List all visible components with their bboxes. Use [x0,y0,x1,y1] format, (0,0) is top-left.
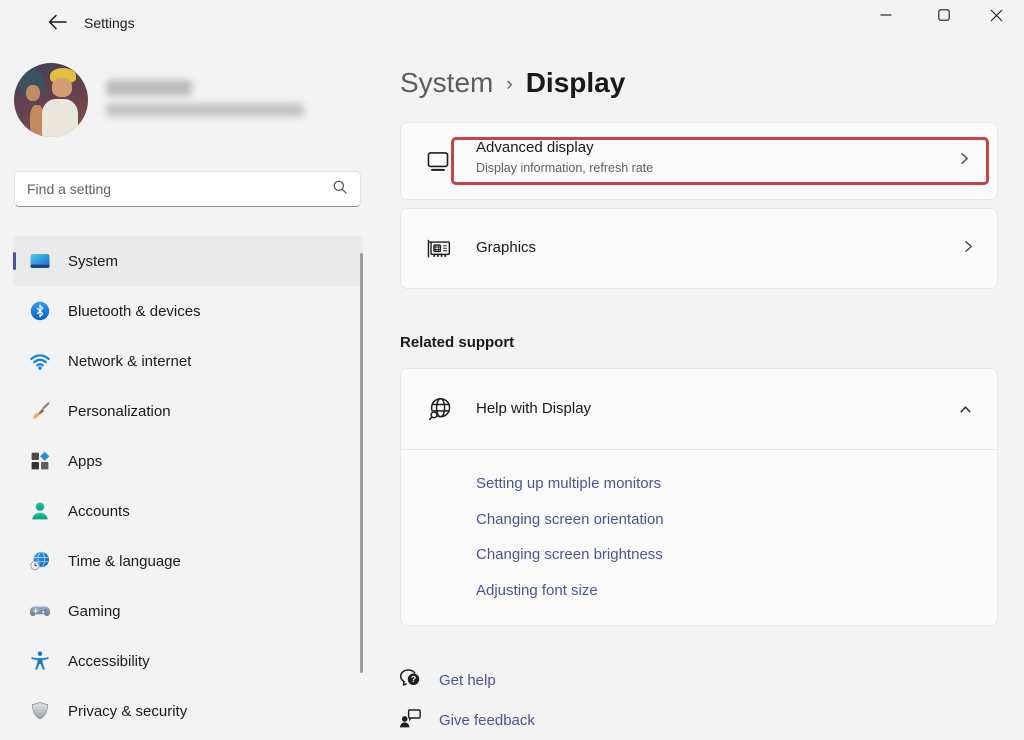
link-changing-screen-brightness[interactable]: Changing screen brightness [476,546,663,563]
shield-icon [28,700,51,723]
brush-icon [28,400,51,423]
related-support-heading: Related support [400,334,514,351]
breadcrumb-separator-icon: › [506,71,512,96]
link-changing-screen-orientation[interactable]: Changing screen orientation [476,511,664,528]
graphics-card[interactable]: Graphics [400,208,998,289]
search-input[interactable] [27,181,332,197]
sidebar-scrollbar-thumb[interactable] [360,253,363,673]
sidebar-item-label: Bluetooth & devices [68,303,201,320]
graphics-title: Graphics [476,239,536,256]
help-card-header[interactable]: Help with Display [401,369,997,449]
sidebar-item-label: Apps [68,453,102,470]
get-help-icon: ? [398,665,424,696]
search-icon [332,179,348,200]
sidebar-item-label: System [68,253,118,270]
sidebar-item-label: Time & language [68,553,181,570]
sidebar-item-time-language[interactable]: Time & language [13,536,363,586]
advanced-display-subtitle: Display information, refresh rate [476,161,653,175]
sidebar-item-system[interactable]: System [13,236,363,286]
feedback-icon [398,705,424,736]
settings-window: { "titlebar": { "title": "Settings" }, "… [0,0,1024,740]
back-button[interactable] [40,8,74,38]
help-with-display-card: Help with Display Setting up multiple mo… [400,368,998,626]
maximize-button[interactable] [916,0,972,33]
sidebar-item-bluetooth-devices[interactable]: Bluetooth & devices [13,286,363,336]
user-email-blurred [106,103,304,117]
sidebar-item-apps[interactable]: Apps [13,436,363,486]
divider [401,449,997,450]
web-help-icon [425,395,455,430]
sidebar-item-accessibility[interactable]: Accessibility [13,636,363,686]
sidebar-item-gaming[interactable]: Gaming [13,586,363,636]
wifi-icon [28,350,51,373]
person-icon [28,500,51,523]
link-setting-up-multiple-monitors[interactable]: Setting up multiple monitors [476,475,661,492]
user-name-blurred [106,80,192,96]
accessibility-icon [28,650,51,673]
link-adjusting-font-size[interactable]: Adjusting font size [476,582,598,599]
sidebar-item-privacy-security[interactable]: Privacy & security [13,686,363,736]
search-box[interactable] [14,171,361,207]
close-icon [990,9,1003,25]
avatar-art [26,85,40,101]
page-title: Display [526,67,626,99]
sidebar-item-label: Gaming [68,603,121,620]
chevron-up-icon [958,402,973,422]
sidebar-item-accounts[interactable]: Accounts [13,486,363,536]
chevron-right-icon [957,151,971,171]
help-card-title: Help with Display [476,400,591,417]
gpu-icon [425,236,453,267]
sidebar-item-network-internet[interactable]: Network & internet [13,336,363,386]
close-button[interactable] [968,0,1024,33]
breadcrumb: System › Display [400,67,625,99]
back-arrow-icon [48,14,67,33]
maximize-icon [938,9,950,24]
sidebar-item-label: Personalization [68,403,171,420]
get-help-link[interactable]: ? Get help [398,665,496,696]
avatar-art [42,99,78,137]
sidebar-item-label: Network & internet [68,353,191,370]
apps-icon [28,450,51,473]
sidebar-item-personalization[interactable]: Personalization [13,386,363,436]
advanced-display-card[interactable]: Advanced display Display information, re… [400,122,998,200]
gamepad-icon [28,600,51,623]
monitor-icon [425,148,451,179]
svg-text:?: ? [411,674,416,684]
minimize-icon [880,9,892,24]
minimize-button[interactable] [858,0,914,33]
avatar-art [52,78,72,97]
sidebar-item-label: Privacy & security [68,703,187,720]
give-feedback-link[interactable]: Give feedback [398,705,535,736]
sidebar-item-label: Accessibility [68,653,150,670]
user-avatar[interactable] [14,63,88,137]
chevron-right-icon [961,239,975,259]
get-help-label: Get help [439,672,496,689]
give-feedback-label: Give feedback [439,712,535,729]
breadcrumb-system[interactable]: System [400,67,493,99]
advanced-display-title: Advanced display [476,139,594,156]
system-icon [28,250,51,273]
sidebar-item-label: Accounts [68,503,130,520]
globe-clock-icon [28,550,51,573]
bluetooth-icon [28,300,51,323]
window-title: Settings [84,15,135,31]
sidebar-nav: System Bluetooth & devices Network & int… [13,236,363,736]
